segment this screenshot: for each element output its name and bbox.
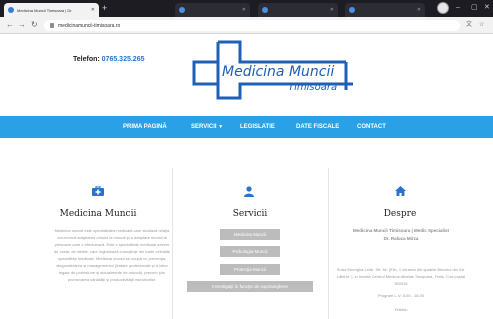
browser-toolbar: ← → ↻ medicinamuncii-timisoara.ro 文 ☆: [0, 17, 493, 34]
favicon-icon: [349, 7, 355, 13]
service-button-investigatii[interactable]: Investigaţii în funcţie de supraveghere: [187, 281, 313, 292]
servicii-title: Servicii: [232, 209, 268, 219]
new-tab-button[interactable]: +: [102, 2, 107, 14]
medicina-description: Medicina muncii este specialitatea medic…: [53, 228, 171, 282]
back-icon[interactable]: ←: [6, 20, 14, 30]
tab-background-2[interactable]: ✕: [258, 3, 338, 17]
despre-telefon: Telefon: [394, 307, 408, 312]
star-icon[interactable]: ☆: [479, 21, 484, 29]
favicon-icon: [262, 7, 268, 13]
medicina-title: Medicina Muncii: [59, 209, 137, 219]
browser-window: Medicina Muncii Timisoara | Dr. ✕ + ✕ ✕ …: [0, 0, 493, 319]
nav-item-label: SERVICII: [191, 124, 217, 130]
tab-background-1[interactable]: ✕: [175, 3, 250, 17]
service-button-medicina-muncii[interactable]: Medicina Muncii: [220, 229, 280, 240]
lock-icon: [50, 23, 54, 28]
home-icon: [395, 186, 406, 196]
close-tab-icon[interactable]: ✕: [242, 7, 246, 13]
favicon-icon: [179, 7, 185, 13]
nav-item-prima-pagina[interactable]: PRIMA PAGINĂ: [123, 116, 167, 138]
despre-address: B-dul Eberigha Ledlr. Str. Nr. (fi3n, 1 …: [336, 267, 466, 286]
translate-icon[interactable]: 文: [466, 21, 472, 29]
address-bar[interactable]: medicinamuncii-timisoara.ro: [44, 20, 460, 31]
phone-label: Telefon:: [73, 56, 100, 63]
despre-title: Despre: [383, 209, 417, 219]
tab-strip: Medicina Muncii Timisoara | Dr. ✕ + ✕ ✕ …: [0, 0, 493, 17]
logo-city: Timisoara: [288, 82, 338, 93]
service-button-psihologia-muncii[interactable]: Psihologia Muncii: [220, 246, 280, 257]
despre-program: Program L-V: 8,00 - 18,00: [377, 293, 425, 298]
maximize-icon[interactable]: ▢: [471, 3, 478, 13]
phone-line: Telefon: 0765.325.265: [73, 56, 144, 63]
forward-icon[interactable]: →: [18, 20, 26, 30]
caret-down-icon: ▼: [218, 124, 224, 130]
phone-number[interactable]: 0765.325.265: [102, 56, 145, 63]
favicon-icon: [8, 7, 14, 13]
despre-subtitle: Medicina Muncii Timisoara | Medic Specia…: [332, 227, 470, 243]
profile-avatar[interactable]: [437, 2, 449, 14]
close-tab-icon[interactable]: ✕: [417, 7, 421, 13]
nav-item-date-fiscale[interactable]: DATE FISCALE: [296, 116, 339, 138]
url-text: medicinamuncii-timisoara.ro: [58, 22, 121, 29]
tab-active[interactable]: Medicina Muncii Timisoara | Dr. ✕: [4, 3, 99, 17]
nav-item-legislatie[interactable]: LEGISLATIE: [240, 116, 275, 138]
column-divider: [328, 168, 329, 319]
column-divider: [172, 168, 173, 319]
close-tab-icon[interactable]: ✕: [91, 7, 95, 13]
nav-item-contact[interactable]: CONTACT: [357, 116, 386, 138]
despre-subtitle-line1: Medicina Muncii Timisoara | Medic Specia…: [353, 228, 449, 233]
nav-item-servicii[interactable]: SERVICII ▼: [191, 116, 223, 138]
reload-icon[interactable]: ↻: [31, 20, 38, 30]
tab-title: Medicina Muncii Timisoara | Dr.: [17, 7, 73, 13]
user-icon: [244, 186, 254, 197]
minimize-icon[interactable]: –: [456, 3, 460, 13]
service-button-protectia-muncii[interactable]: Protecţia Muncii: [220, 264, 280, 275]
medical-kit-icon: [92, 186, 104, 196]
close-window-icon[interactable]: ✕: [484, 3, 490, 13]
tab-background-3[interactable]: ✕: [345, 3, 425, 17]
despre-subtitle-line2: Dr. Raluca Mirza: [383, 236, 419, 241]
main-nav: PRIMA PAGINĂ SERVICII ▼ LEGISLATIE DATE …: [0, 116, 493, 138]
logo-name: Medicina Muncii: [222, 64, 335, 80]
close-tab-icon[interactable]: ✕: [330, 7, 334, 13]
